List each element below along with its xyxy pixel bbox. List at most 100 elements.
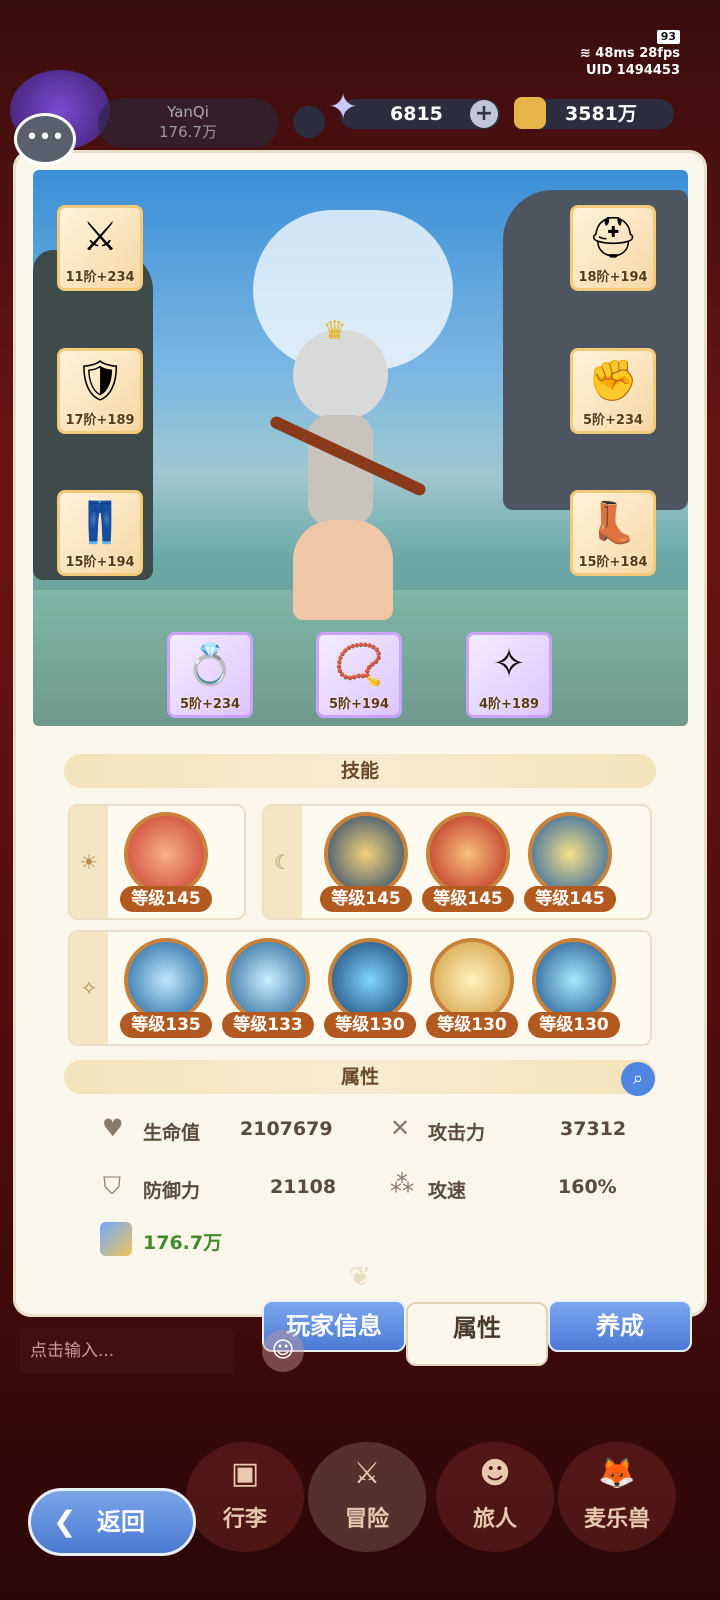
star-amount: 6815 — [390, 103, 443, 125]
chat-input[interactable]: 点击输入... — [20, 1328, 235, 1374]
skill-slot[interactable]: 等级145 — [320, 812, 412, 912]
crossed-swords-nav-icon: ⚔ — [353, 1456, 381, 1491]
hp-value: 2107679 — [240, 1118, 333, 1140]
skill-slot[interactable]: 等级130 — [528, 938, 620, 1038]
equip-slot-helmet[interactable]: ⛑ 18阶+194 — [570, 205, 656, 291]
skill-group-moon: ☾ 等级145 等级145 等级145 — [262, 804, 652, 920]
equip-level: 18阶 — [578, 270, 610, 285]
nav-pet-label: 麦乐兽 — [583, 1507, 650, 1532]
skill-level: 等级145 — [320, 886, 412, 912]
search-icon[interactable]: ⌕ — [621, 1062, 655, 1096]
pet-icon: 🦊 — [598, 1456, 636, 1491]
equip-level: 4阶 — [478, 697, 501, 712]
skill-slot[interactable]: 等级130 — [426, 938, 518, 1038]
sun-icon: ☀ — [70, 806, 108, 918]
equip-level: 5阶 — [328, 697, 351, 712]
equip-level: 15阶 — [578, 555, 610, 570]
helmet-icon: ⛑ — [587, 215, 639, 261]
equip-slot-weapon[interactable]: ⚔ 11阶+234 — [57, 205, 143, 291]
chat-bubble-button[interactable]: ••• — [14, 113, 76, 165]
tab-cultivate[interactable]: 养成 — [548, 1300, 692, 1352]
star-gem-icon: ✦ — [328, 87, 359, 128]
shield-icon: ⛉ — [103, 1172, 121, 1200]
nav-adventure[interactable]: ⚔ 冒险 — [308, 1442, 426, 1552]
nav-traveler-label: 旅人 — [472, 1507, 517, 1532]
equip-level: 17阶 — [65, 413, 97, 428]
coin-icon — [514, 97, 546, 129]
skill-slot[interactable]: 等级145 — [422, 812, 514, 912]
nav-pet[interactable]: 🦊 麦乐兽 — [558, 1442, 676, 1552]
equip-level: 11阶 — [65, 270, 97, 285]
pants-icon: 👖 — [75, 500, 125, 546]
crown-icon: ♛ — [323, 316, 347, 346]
player-name: YanQi — [167, 103, 209, 121]
skill-slot[interactable]: 等级145 — [524, 812, 616, 912]
equip-slot-necklace[interactable]: 📿 5阶+194 — [316, 632, 402, 718]
nav-adventure-label: 冒险 — [344, 1507, 389, 1532]
equip-bonus: +194 — [96, 555, 135, 570]
ping: 48ms — [595, 46, 635, 61]
skill-slot[interactable]: 等级130 — [324, 938, 416, 1038]
coin-amount: 3581万 — [565, 103, 637, 125]
heart-icon: ♥ — [102, 1114, 124, 1142]
gauntlet-icon: ✊ — [588, 358, 638, 404]
traveler-icon: ☻ — [479, 1456, 511, 1491]
equip-bonus: +184 — [609, 555, 648, 570]
attack-value: 37312 — [560, 1118, 627, 1140]
equip-bonus: +234 — [605, 413, 644, 428]
skill-level: 等级130 — [528, 1012, 620, 1038]
moon-icon: ☾ — [264, 806, 302, 918]
charm-icon: ✧ — [492, 641, 526, 687]
skill-icon — [124, 938, 208, 1022]
equip-slot-boots[interactable]: 👢 15阶+184 — [570, 490, 656, 576]
defense-value: 21108 — [270, 1176, 337, 1198]
skill-slot[interactable]: 等级145 — [120, 812, 212, 912]
equip-level: 5阶 — [582, 413, 605, 428]
skill-level: 等级130 — [426, 1012, 518, 1038]
equip-slot-armor[interactable]: 🛡 17阶+189 — [57, 348, 143, 434]
equip-slot-ring[interactable]: 💍 5阶+234 — [167, 632, 253, 718]
back-arrow-icon: ❮ — [53, 1505, 77, 1538]
equip-bonus: +234 — [202, 697, 241, 712]
character-legs — [293, 520, 393, 620]
back-button[interactable]: ❮ 返回 — [28, 1488, 196, 1556]
skill-slot[interactable]: 等级135 — [120, 938, 212, 1038]
skill-slot[interactable]: 等级133 — [222, 938, 314, 1038]
speed-value: 160% — [558, 1176, 617, 1198]
skill-group-star: ✧ 等级135 等级133 等级130 等级130 等级130 — [68, 930, 652, 1046]
speed-label: 攻速 — [428, 1180, 467, 1202]
equip-slot-pants[interactable]: 👖 15阶+194 — [57, 490, 143, 576]
skill-icon — [532, 938, 616, 1022]
wifi-icon: ≋ — [579, 46, 591, 61]
power-value: 176.7万 — [143, 1232, 223, 1254]
power-badge-icon — [100, 1222, 132, 1256]
nav-traveler[interactable]: ☻ 旅人 — [436, 1442, 554, 1552]
panel-ornament: ❦ — [349, 1262, 371, 1292]
skill-icon — [328, 938, 412, 1022]
skill-level: 等级145 — [524, 886, 616, 912]
equip-bonus: +234 — [96, 270, 135, 285]
skill-icon — [124, 812, 208, 896]
sword-icon: ⚔ — [82, 214, 118, 260]
fps: 28fps — [639, 46, 680, 61]
player-nameplate[interactable]: YanQi 176.7万 — [98, 98, 278, 148]
coin-currency: 3581万 — [514, 97, 674, 129]
skill-group-sun: ☀ 等级145 — [68, 804, 246, 920]
tab-attributes[interactable]: 属性 — [406, 1302, 548, 1366]
equip-bonus: +194 — [351, 697, 390, 712]
status-bar: 93 ≋ 48ms 28fps UID 1494453 — [580, 28, 680, 79]
equip-slot-gloves[interactable]: ✊ 5阶+234 — [570, 348, 656, 434]
nav-bag[interactable]: ▣ 行李 — [186, 1442, 304, 1552]
add-currency-button[interactable]: + — [470, 100, 498, 128]
uid: UID 1494453 — [585, 63, 680, 78]
battery-indicator: 93 — [656, 30, 680, 44]
nav-bag-label: 行李 — [222, 1507, 267, 1532]
guild-icon[interactable] — [293, 106, 325, 138]
skill-icon — [226, 938, 310, 1022]
back-label: 返回 — [97, 1508, 145, 1536]
skill-icon — [324, 812, 408, 896]
attack-label: 攻击力 — [428, 1122, 486, 1144]
character-model: ♛ — [268, 316, 428, 630]
equip-slot-charm[interactable]: ✧ 4阶+189 — [466, 632, 552, 718]
emoji-icon[interactable]: ☺ — [262, 1330, 304, 1372]
